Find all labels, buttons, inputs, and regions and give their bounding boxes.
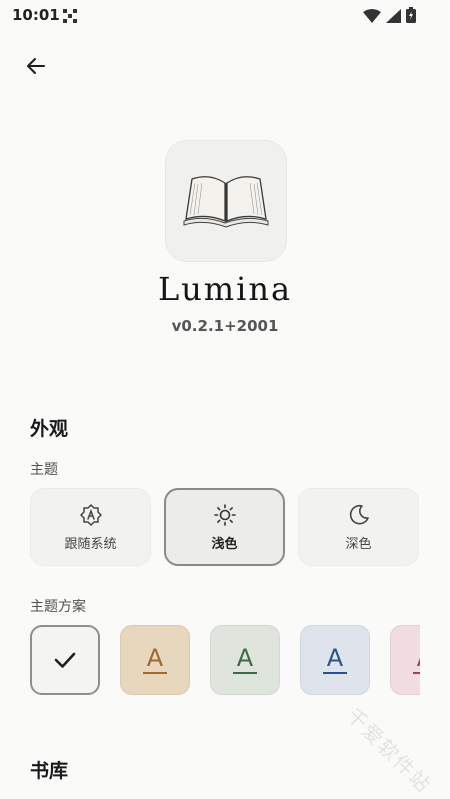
theme-label: 主题 [30,462,58,478]
scheme-underline [143,672,167,674]
app-icon [165,140,287,262]
theme-option-label: 浅色 [211,536,238,552]
scheme-option-5[interactable]: A [390,625,420,695]
theme-options: 跟随系统 浅色 深色 [30,488,420,568]
status-icons [363,7,416,27]
theme-option-dark[interactable]: 深色 [298,488,419,566]
scheme-option-1[interactable] [30,625,100,695]
scheme-option-2[interactable]: A [120,625,190,695]
theme-scheme-label: 主题方案 [30,599,86,615]
battery-icon [406,7,416,27]
status-bar: 10:01 [0,0,450,30]
sun-icon [213,503,236,526]
arrow-left-icon [27,58,45,74]
theme-option-system[interactable]: 跟随系统 [30,488,151,566]
signal-icon [386,8,401,27]
app-version: v0.2.1+2001 [171,317,279,335]
moon-icon [349,504,369,524]
watermark: 千爱软件站 [341,703,437,798]
open-book-icon [183,176,269,228]
check-icon [54,652,76,668]
theme-option-light[interactable]: 浅色 [164,488,285,566]
scheme-letter: A [326,644,344,672]
scheme-letter: A [413,646,420,670]
scheme-option-4[interactable]: A [300,625,370,695]
theme-scheme-options: A A A A [30,625,420,697]
scheme-letter: A [236,644,254,672]
qr-grid-icon [63,8,77,27]
scheme-underline [413,672,420,674]
auto-brightness-icon [79,503,102,526]
wifi-icon [363,8,381,27]
scheme-underline [323,672,347,674]
section-title-library: 书库 [30,760,69,782]
scheme-underline [233,672,257,674]
theme-option-label: 深色 [345,536,372,552]
section-title-appearance: 外观 [30,418,69,440]
theme-option-label: 跟随系统 [64,536,117,552]
scheme-letter: A [146,644,164,672]
app-name: Lumina [157,270,293,308]
scheme-option-3[interactable]: A [210,625,280,695]
back-button[interactable] [18,48,54,84]
status-time: 10:01 [12,6,60,24]
